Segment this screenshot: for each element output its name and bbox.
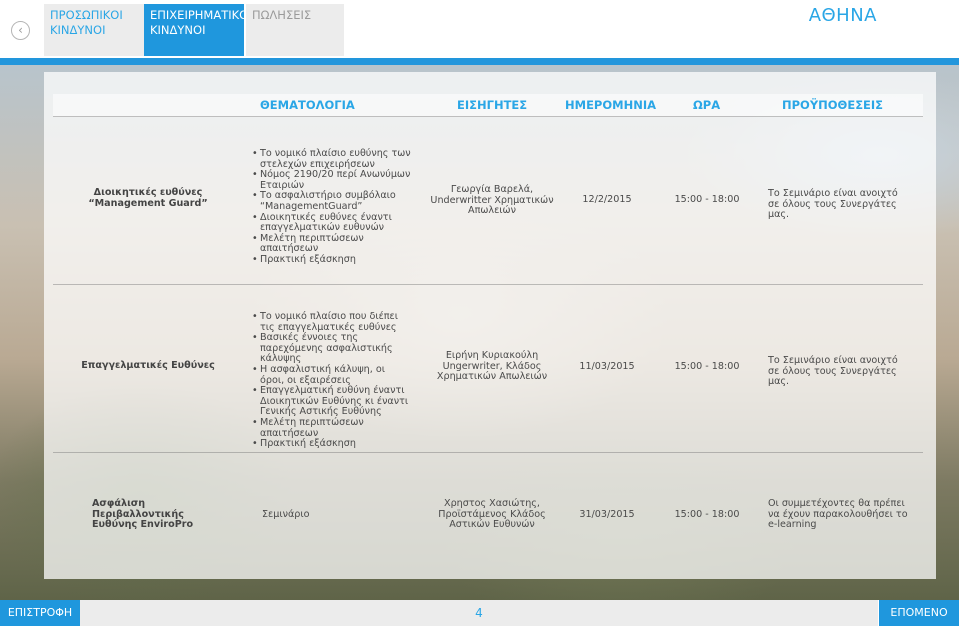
table-header: ΘΕΜΑΤΟΛΟΓΙΑ ΕΙΣΗΓΗΤΕΣ ΗΜΕΡΟΜΗΝΙΑ ΩΡΑ ΠΡΟ… [53,94,923,117]
row-date: 12/2/2015 [582,194,632,205]
row-divider [53,284,923,285]
column-header-speakers: ΕΙΣΗΓΗΤΕΣ [457,98,528,112]
list-item: Νόμος 2190/20 περί Ανωνύμων Εταιριών [252,169,412,191]
row-topic: Επαγγελματικές Ευθύνες [81,360,215,371]
row-date: 31/03/2015 [579,509,635,520]
row-bullet-list: Το νομικό πλαίσιο που διέπει τις επαγγελ… [252,311,412,450]
row-format: Σεμινάριο [262,509,310,520]
row-speaker: Γεωργία Βαρελά, Underwritter Χρηματικών … [430,184,554,217]
row-topic-line: Διοικητικές ευθύνες [93,187,203,198]
list-item: Μελέτη περιπτώσεων απαιτήσεων [252,417,412,439]
list-item: Πρακτική εξάσκηση [252,254,412,266]
next-button[interactable]: ΕΠΟΜΕΝΟ [879,600,959,626]
list-item: Η ασφαλιστική κάλυψη, οι όροι, οι εξαιρέ… [252,364,412,386]
list-item: Μελέτη περιπτώσεων απαιτήσεων [252,233,412,255]
row-date: 11/03/2015 [579,361,635,372]
row-speaker: Ειρήνη Κυριακούλη Ungerwriter, Κλάδος Χρ… [436,350,548,383]
row-speaker: Χρηστος Χασιώτης, Προϊστάμενος Κλάδος Ασ… [438,498,546,531]
list-item: Επαγγελματική ευθύνη έναντι Διοικητικών … [252,385,412,418]
row-prerequisites: Οι συμμετέχοντες θα πρέπει να έχουν παρα… [768,498,908,531]
tab-business-risks[interactable]: ΕΠΙΧΕΙΡΗΜΑΤΙΚΟΙ ΚΙΝΔΥΝΟΙ [144,4,252,56]
row-prerequisites: Το Σεμινάριο είναι ανοιχτό σε όλους τους… [768,188,898,221]
page-indicator: 4 [80,600,878,626]
row-divider [53,452,923,453]
city-title: ΑΘΗΝΑ [808,5,877,26]
row-bullet-list: Το νομικό πλαίσιο ευθύνης των στελεχών ε… [252,148,412,266]
column-header-topic: ΘΕΜΑΤΟΛΟΓΙΑ [260,98,355,112]
header-accent-strip [0,58,959,65]
row-time: 15:00 - 18:00 [674,194,740,205]
tab-sales[interactable]: ΠΩΛΗΣΕΙΣ [246,4,344,56]
bottom-bar: ΕΠΙΣΤΡΟΦΗ 4 ΕΠΟΜΕΝΟ [0,600,959,626]
list-item: Πρακτική εξάσκηση [252,439,412,450]
column-header-date: ΗΜΕΡΟΜΗΝΙΑ [565,98,657,112]
list-item: Το νομικό πλαίσιο ευθύνης των στελεχών ε… [252,148,412,170]
row-prerequisites: Το Σεμινάριο είναι ανοιχτό σε όλους τους… [768,355,898,388]
list-item: Το ασφαλιστήριο συμβόλαιο “ManagementGua… [252,191,412,212]
back-button[interactable]: ΕΠΙΣΤΡΟΦΗ [0,600,80,626]
page-number: 4 [475,606,483,620]
row-time: 15:00 - 18:00 [674,361,740,372]
tab-personal-risks[interactable]: ΠΡΟΣΩΠΙΚΟΙ ΚΙΝΔΥΝΟΙ [44,4,144,56]
row-topic-line: “Management Guard” [88,197,208,209]
list-item: Το νομικό πλαίσιο που διέπει τις επαγγελ… [252,311,412,333]
column-header-time: ΩΡΑ [693,98,721,112]
row-topic: Διοικητικές ευθύνες “Management Guard” [68,187,228,209]
list-item: Βασικές έννοιες της παρεχόμενης ασφαλιστ… [252,332,412,365]
column-header-prerequisites: ΠΡΟΫΠΟΘΕΣΕΙΣ [782,98,884,112]
row-topic: Ασφάλιση Περιβαλλοντικής Ευθύνης EnviroP… [92,498,194,531]
row-time: 15:00 - 18:00 [674,509,740,520]
list-item: Διοικητικές ευθύνες έναντι επαγγελματικώ… [252,212,412,234]
top-bar: ‹ ΠΡΟΣΩΠΙΚΟΙ ΚΙΝΔΥΝΟΙ ΕΠΙΧΕΙΡΗΜΑΤΙΚΟΙ ΚΙ… [0,0,959,58]
back-arrow-icon[interactable]: ‹ [11,21,30,40]
